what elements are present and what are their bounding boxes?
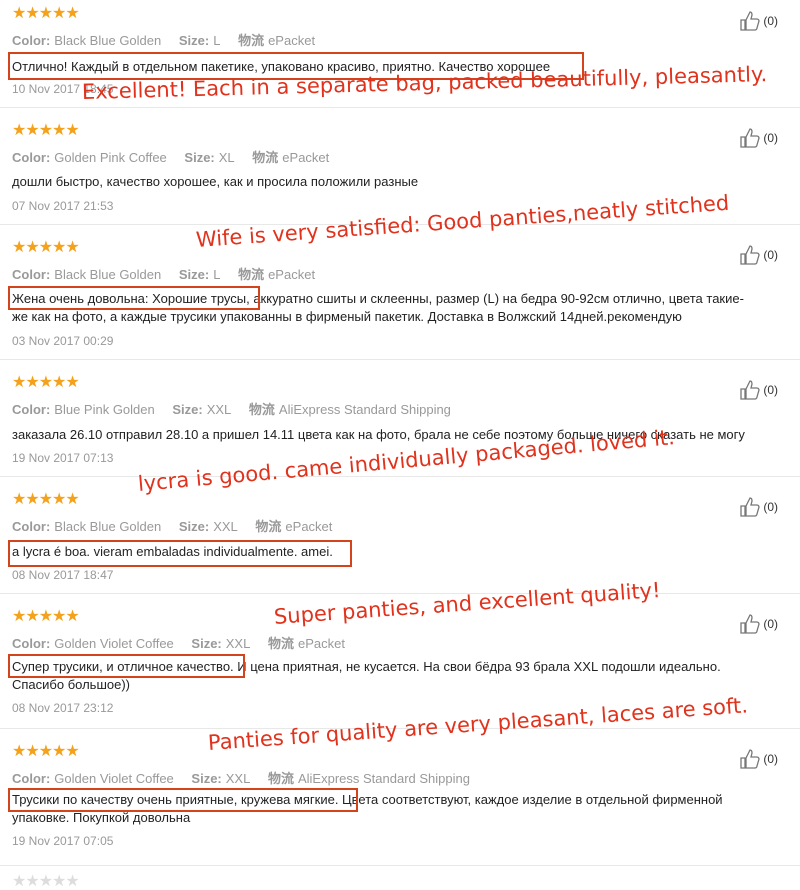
review-text-line2: же как на фото, а каждые трусики упакова…: [12, 309, 682, 324]
size-label: Size:: [178, 267, 210, 282]
rating-stars: ★★★★★: [12, 239, 80, 256]
color-label: Color:: [12, 636, 51, 651]
like-count: (0): [763, 131, 778, 145]
size-value: L: [213, 33, 221, 48]
shipping-label: 物流: [267, 636, 294, 651]
thumbs-up-icon: [740, 749, 760, 769]
like-count: (0): [763, 14, 778, 28]
thumbs-up-icon: [740, 380, 760, 400]
review-date: 07 Nov 2017 21:53: [12, 199, 114, 213]
size-label: Size:: [178, 33, 210, 48]
review-meta: Color: Black Blue Golden Size: L 物流 ePacket: [12, 30, 329, 49]
review-meta: Color: Golden Violet Coffee Size: XXL 物流 Al…: [12, 768, 484, 787]
size-value: XXL: [225, 771, 251, 786]
size-label: Size:: [178, 519, 210, 534]
like-count: (0): [763, 383, 778, 397]
rating-stars: ★★★★★: [12, 122, 80, 139]
shipping-value: ePacket: [268, 33, 316, 48]
size-label: Size:: [172, 402, 203, 417]
size-value: XXL: [225, 636, 251, 651]
highlight-box: [8, 788, 358, 812]
like-button[interactable]: (0): [739, 127, 778, 149]
color-value: Golden Violet Coffee: [54, 636, 174, 651]
rating-stars: ★★★★★: [12, 743, 80, 760]
review-meta: Color: Black Blue Golden Size: L 物流 ePacket: [12, 264, 329, 283]
color-value: Black Blue Golden: [54, 267, 162, 282]
like-button[interactable]: (0): [739, 379, 778, 401]
like-button[interactable]: (0): [739, 10, 778, 32]
rating-stars: ★★★★★: [12, 491, 80, 508]
size-label: Size:: [191, 636, 222, 651]
thumbs-up-icon: [740, 497, 760, 517]
review-date: 08 Nov 2017 23:12: [12, 701, 114, 715]
thumbs-up-icon: [740, 245, 760, 265]
rating-stars: ★★★★★: [12, 374, 80, 391]
review-date: 03 Nov 2017 00:29: [12, 334, 114, 348]
shipping-label: 物流: [238, 267, 265, 282]
shipping-value: AliExpress Standard Shipping: [297, 771, 470, 786]
review-meta: Color: Blue Pink Golden Size: XXL 物流 AliExp…: [12, 399, 465, 418]
like-count: (0): [763, 617, 778, 631]
review-meta: Color: Black Blue Golden Size: XXL 物流 ePack…: [12, 516, 346, 535]
thumbs-up-icon: [740, 614, 760, 634]
color-value: Blue Pink Golden: [54, 402, 155, 417]
like-button[interactable]: (0): [739, 244, 778, 266]
shipping-value: ePacket: [297, 636, 345, 651]
color-label: Color:: [12, 267, 51, 282]
like-button[interactable]: (0): [739, 496, 778, 518]
highlight-box: [8, 540, 352, 567]
thumbs-up-icon: [740, 128, 760, 148]
shipping-label: 物流: [248, 402, 275, 417]
color-value: Golden Pink Coffee: [54, 150, 167, 165]
color-label: Color:: [12, 519, 51, 534]
like-count: (0): [763, 500, 778, 514]
size-value: XXL: [213, 519, 238, 534]
color-value: Black Blue Golden: [54, 33, 162, 48]
review-meta: Color: Golden Violet Coffee Size: XXL 物流 eP…: [12, 633, 359, 652]
review-meta: Color: Golden Pink Coffee Size: XL 物流 ePack…: [12, 147, 343, 166]
rating-stars: ★★★★★: [12, 5, 80, 22]
review-text-line2: Спасибо большое)): [12, 677, 131, 692]
shipping-label: 物流: [252, 150, 279, 165]
size-value: XXL: [206, 402, 232, 417]
size-label: Size:: [184, 150, 215, 165]
size-label: Size:: [191, 771, 222, 786]
size-value: L: [213, 267, 221, 282]
review-text: дошли быстро, качество хорошее, как и пр…: [12, 174, 419, 189]
shipping-label: 物流: [267, 771, 294, 786]
shipping-value: AliExpress Standard Shipping: [278, 402, 451, 417]
rating-stars: ★★★★★: [12, 608, 80, 625]
size-value: XL: [218, 150, 235, 165]
color-label: Color:: [12, 150, 51, 165]
like-count: (0): [763, 752, 778, 766]
shipping-value: ePacket: [268, 267, 316, 282]
review-date: 08 Nov 2017 18:47: [12, 568, 114, 582]
color-value: Golden Violet Coffee: [54, 771, 174, 786]
shipping-value: ePacket: [282, 150, 330, 165]
review-date: 19 Nov 2017 07:05: [12, 834, 114, 848]
shipping-label: 物流: [238, 33, 265, 48]
thumbs-up-icon: [740, 11, 760, 31]
color-label: Color:: [12, 402, 51, 417]
shipping-label: 物流: [255, 519, 282, 534]
color-label: Color:: [12, 33, 51, 48]
shipping-value: ePacket: [285, 519, 333, 534]
highlight-box: [8, 654, 245, 678]
color-label: Color:: [12, 771, 51, 786]
like-button[interactable]: (0): [739, 613, 778, 635]
highlight-box: [8, 286, 260, 310]
like-count: (0): [763, 248, 778, 262]
color-value: Black Blue Golden: [54, 519, 162, 534]
rating-stars-partial: ★★★★★: [12, 873, 80, 890]
like-button[interactable]: (0): [739, 748, 778, 770]
review-date: 19 Nov 2017 07:13: [12, 451, 114, 465]
